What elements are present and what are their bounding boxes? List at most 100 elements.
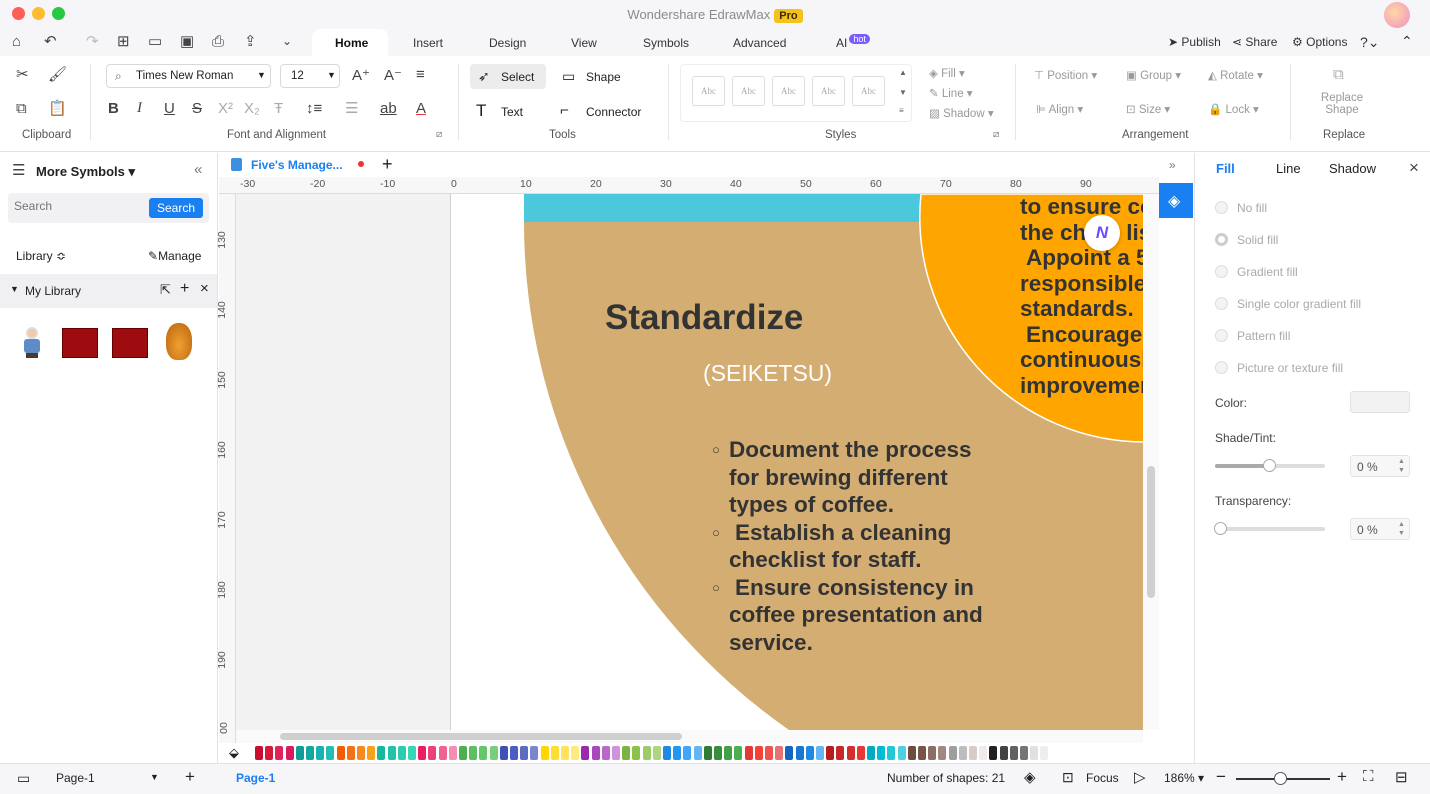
color-swatch[interactable] [907, 746, 916, 760]
color-swatch[interactable] [846, 746, 855, 760]
fill-bucket-icon[interactable]: ⬙ [229, 745, 239, 761]
undo-icon[interactable]: ↶ [44, 34, 57, 49]
color-swatch[interactable] [571, 746, 580, 760]
transparency-slider[interactable] [1214, 522, 1325, 535]
align-dropdown[interactable]: ⊫ Align ▾ [1036, 102, 1083, 116]
transparency-value-stepper[interactable]: 0 % ▲ ▼ [1350, 518, 1410, 540]
paste-icon[interactable]: 📋 [48, 101, 67, 116]
color-swatch[interactable] [520, 746, 529, 760]
library-item-red-pattern[interactable] [62, 328, 98, 358]
collapse-panel-icon[interactable]: « [194, 162, 202, 177]
redo-icon[interactable]: ↷ [86, 34, 99, 49]
slider-thumb[interactable] [1274, 772, 1287, 785]
color-swatch[interactable] [326, 746, 335, 760]
search-button[interactable]: Search [149, 198, 203, 218]
color-swatch[interactable] [928, 746, 937, 760]
tab-ai[interactable]: AI hot [836, 34, 870, 50]
color-swatch[interactable] [887, 746, 896, 760]
expand-dialog-icon[interactable]: ⧄ [436, 130, 442, 140]
new-icon[interactable]: ⊞ [117, 34, 130, 49]
tab-home[interactable]: Home [335, 36, 368, 50]
color-swatch[interactable] [989, 746, 998, 760]
color-swatch[interactable] [1009, 746, 1018, 760]
color-swatch[interactable] [948, 746, 957, 760]
color-swatch[interactable] [795, 746, 804, 760]
focus-icon[interactable]: ⊡ [1062, 769, 1074, 786]
color-swatch[interactable] [489, 746, 498, 760]
picture-fill-option[interactable]: Picture or texture fill [1215, 361, 1343, 375]
select-button[interactable]: ➶ Select [470, 64, 546, 89]
line-spacing-icon[interactable]: ↕≡ [306, 101, 322, 116]
shadow-dropdown[interactable]: ▨ Shadow ▾ [929, 106, 994, 120]
fit-width-icon[interactable]: ⊟ [1395, 768, 1408, 786]
manage-button[interactable]: ✎Manage [148, 249, 201, 263]
italic-icon[interactable]: I [137, 101, 142, 116]
print-icon[interactable]: ⎙ [212, 34, 224, 49]
tab-advanced[interactable]: Advanced [733, 36, 786, 50]
tab-fill[interactable]: Fill [1216, 161, 1235, 176]
color-swatch[interactable] [265, 746, 274, 760]
group-dropdown[interactable]: ▣ Group ▾ [1126, 68, 1181, 82]
fill-dropdown[interactable]: ◈ Fill ▾ [929, 66, 965, 80]
color-swatch[interactable] [754, 746, 763, 760]
color-swatch[interactable] [938, 746, 947, 760]
color-swatch[interactable] [775, 746, 784, 760]
font-color-icon[interactable]: A [416, 101, 426, 116]
text-button[interactable]: T Text [476, 99, 536, 124]
color-swatch[interactable] [255, 746, 263, 760]
color-swatch[interactable] [979, 746, 988, 760]
rotate-dropdown[interactable]: ◭ Rotate ▾ [1208, 68, 1263, 82]
color-swatch[interactable] [703, 746, 712, 760]
stepper-arrows-icon[interactable]: ▲ ▼ [1398, 457, 1405, 475]
tab-insert[interactable]: Insert [413, 36, 443, 50]
color-swatch[interactable] [958, 746, 967, 760]
more-symbols-dropdown[interactable]: More Symbols ▾ [36, 164, 135, 180]
gallery-more-icon[interactable]: ≡ [899, 106, 904, 115]
style-option[interactable]: Abc [692, 76, 725, 106]
zoom-in-icon[interactable]: + [1337, 767, 1347, 787]
lock-dropdown[interactable]: 🔒 Lock ▾ [1208, 102, 1259, 116]
zoom-select[interactable]: 186% ▾ [1164, 771, 1204, 785]
color-swatch[interactable] [408, 746, 416, 760]
replace-shape-icon[interactable]: ⧉ [1333, 67, 1344, 82]
style-option[interactable]: Abc [772, 76, 805, 106]
color-swatch[interactable] [622, 746, 631, 760]
library-toggle[interactable]: Library ≎ [16, 249, 66, 263]
export-icon[interactable]: ⇪ [244, 34, 257, 49]
add-icon[interactable]: + [180, 280, 189, 298]
color-swatch[interactable] [765, 746, 773, 760]
color-swatch[interactable] [693, 746, 702, 760]
close-icon[interactable]: × [200, 280, 209, 297]
color-swatch[interactable] [1020, 746, 1028, 760]
color-swatch[interactable] [877, 746, 886, 760]
ai-assistant-icon[interactable]: N [1084, 215, 1120, 251]
page-tab[interactable]: Page-1 [236, 771, 275, 785]
color-swatch[interactable] [387, 746, 396, 760]
text-case-icon[interactable]: Ŧ [274, 101, 283, 116]
color-swatch[interactable] [632, 746, 641, 760]
stepper-arrows-icon[interactable]: ▲ ▼ [1398, 520, 1405, 538]
strikethrough-icon[interactable]: S [192, 101, 202, 116]
color-swatch[interactable] [540, 746, 549, 760]
color-swatch[interactable] [826, 746, 835, 760]
home-icon[interactable]: ⌂ [12, 34, 21, 49]
color-swatch[interactable] [306, 746, 314, 760]
gradient-fill-option[interactable]: Gradient fill [1215, 265, 1298, 279]
color-swatch[interactable] [459, 746, 467, 760]
color-swatch[interactable] [316, 746, 325, 760]
shade-value-stepper[interactable]: 0 % ▲ ▼ [1350, 455, 1410, 477]
highlight-icon[interactable]: ab [380, 101, 397, 116]
horizontal-scrollbar[interactable] [236, 730, 1143, 743]
size-dropdown[interactable]: ⊡ Size ▾ [1126, 102, 1170, 116]
font-size-select[interactable]: 12 ▼ [280, 64, 340, 88]
color-swatch[interactable] [275, 746, 284, 760]
color-swatch[interactable] [642, 746, 651, 760]
color-swatch[interactable] [285, 746, 294, 760]
tab-design[interactable]: Design [489, 36, 526, 50]
font-family-select[interactable]: ⌕ Times New Roman ▼ [106, 64, 271, 88]
color-swatch[interactable] [673, 746, 682, 760]
color-swatch[interactable] [714, 746, 722, 760]
gallery-up-icon[interactable]: ▲ [899, 68, 907, 77]
color-swatch[interactable] [418, 746, 427, 760]
color-swatch[interactable] [581, 746, 590, 760]
